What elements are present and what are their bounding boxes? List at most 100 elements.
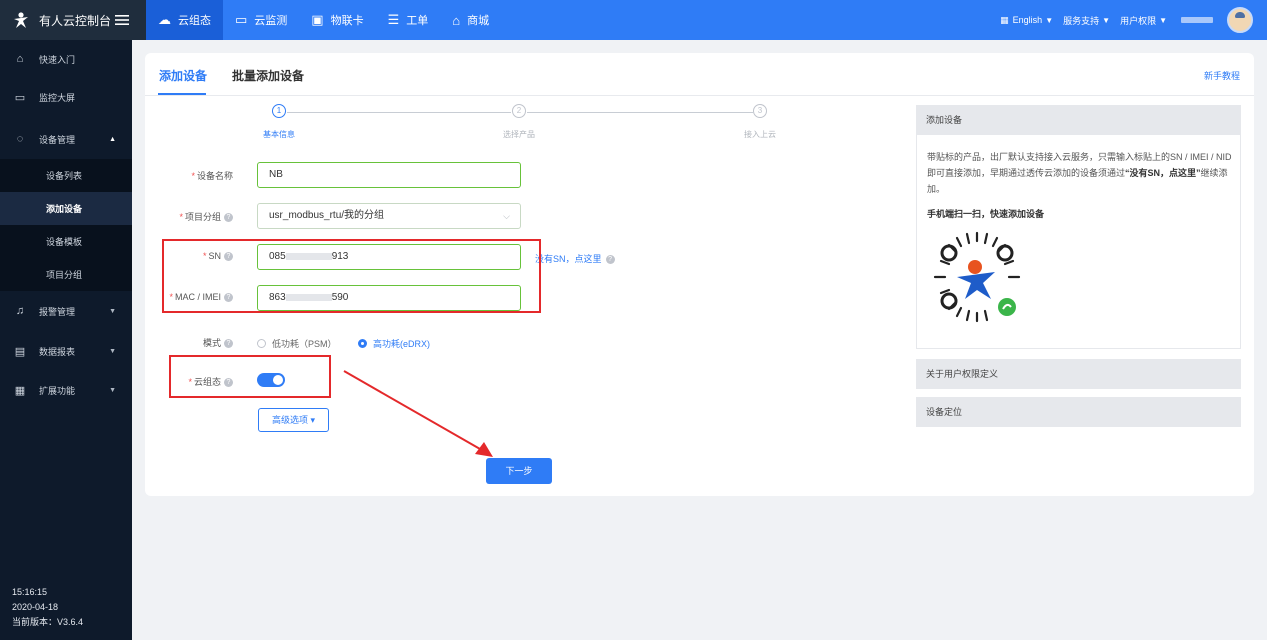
screen-icon: ▭ [14, 91, 26, 104]
sidebar-subitem-device-list[interactable]: 设备列表 [0, 159, 132, 192]
sidebar-subitem-label: 设备模板 [46, 237, 83, 247]
app-version: 当前版本：V3.6.4 [12, 617, 84, 627]
add-device-card: 添加设备 批量添加设备 新手教程 1 2 3 基本信息 选择产品 接入上云 * 设… [145, 53, 1254, 496]
caret-down-icon: ▼ [109, 307, 116, 315]
step-indicator: 1 2 3 基本信息 选择产品 接入上云 [145, 103, 905, 143]
help-icon: ? [605, 255, 615, 265]
caret-up-icon: ▲ [109, 135, 116, 143]
nav-label: 商城 [467, 15, 490, 27]
help-icon: ? [224, 252, 233, 262]
redacted-mask [285, 293, 332, 301]
sn-input[interactable]: 085 913 [257, 244, 521, 270]
row-project-group: * 项目分组? usr_modbus_rtu/我的分组 ⌵ [145, 203, 905, 231]
row-sn: * SN? 085 913 没有SN，点这里? [145, 244, 905, 272]
help-icon: ? [224, 378, 233, 388]
mac-imei-label: * MAC / IMEI? [169, 292, 233, 303]
menu-icon[interactable] [114, 10, 130, 30]
chevron-down-icon: ⌵ [503, 211, 510, 221]
sidebar-item-label: 快速入门 [39, 54, 76, 65]
top-nav: ☁ 云组态 ▭ 云监测 ▣ 物联卡 ☰ 工单 ⌂ 商城 [146, 0, 501, 40]
tab-bar: 添加设备 批量添加设备 新手教程 [145, 53, 1254, 96]
clock-date: 2020-04-18 [12, 602, 59, 612]
top-bar: 有人云控制台 ☁ 云组态 ▭ 云监测 ▣ 物联卡 ☰ 工单 ⌂ 商城 ▦ Eng… [0, 0, 1267, 40]
cloud-config-label: * 云组态? [188, 375, 233, 388]
nav-iot-card[interactable]: ▣ 物联卡 [299, 0, 375, 40]
sn-label: * SN? [203, 251, 233, 262]
username-redacted [1181, 17, 1213, 23]
panel-description: 带贴标的产品，出厂默认支持接入云服务，只需输入标贴上的SN / IMEI / N… [927, 152, 1232, 194]
sidebar-item-monitor-screen[interactable]: ▭ 监控大屏 [0, 80, 132, 114]
help-icon: ? [224, 339, 233, 349]
step-2-circle: 2 [512, 104, 526, 118]
sidebar-item-label: 扩展功能 [39, 385, 76, 396]
tab-active-indicator [158, 93, 206, 95]
mode-label: 模式? [203, 336, 233, 349]
sidebar-item-alarm[interactable]: ♫ 报警管理 ▼ [0, 294, 132, 328]
nav-ticket[interactable]: ☰ 工单 [376, 0, 441, 40]
bell-icon: ♫ [15, 305, 25, 317]
panel-permission-definition[interactable]: 关于用户权限定义 [916, 359, 1241, 389]
panel-device-location[interactable]: 设备定位 [916, 397, 1241, 427]
sidebar-subitem-project-group[interactable]: 项目分组 [0, 258, 132, 291]
avatar[interactable] [1227, 7, 1253, 33]
caret-down-icon: ▼ [1159, 15, 1167, 25]
nav-shop[interactable]: ⌂ 商城 [440, 0, 501, 40]
tab-batch-add-device[interactable]: 批量添加设备 [232, 67, 304, 84]
row-device-name: * 设备名称 NB [145, 162, 905, 190]
row-cloud-config: * 云组态? [145, 368, 905, 396]
sidebar-item-device-management[interactable]: ◌ 设备管理 ▲ [0, 122, 132, 156]
project-group-select[interactable]: usr_modbus_rtu/我的分组 ⌵ [257, 203, 521, 229]
tab-add-device[interactable]: 添加设备 [159, 67, 207, 84]
sidebar-subitem-label: 添加设备 [46, 204, 83, 214]
translate-icon: ▦ [1000, 14, 1009, 25]
sim-card-icon: ▣ [311, 12, 324, 27]
sidebar-item-data-report[interactable]: ▤ 数据报表 ▼ [0, 334, 132, 368]
report-icon: ▤ [14, 345, 26, 358]
row-mode: 模式? 低功耗（PSM） 高功耗(eDRX) [145, 333, 905, 353]
sidebar-subitem-label: 设备列表 [46, 171, 83, 181]
nav-label: 物联卡 [330, 15, 364, 27]
mini-program-qr-code [927, 227, 1027, 327]
support-menu[interactable]: 服务支持 ▼ [1063, 14, 1110, 27]
home-icon: ⌂ [16, 53, 24, 65]
sidebar-subitem-add-device[interactable]: 添加设备 [0, 192, 132, 225]
device-icon: ◌ [16, 133, 24, 145]
shop-icon: ⌂ [452, 12, 461, 28]
no-sn-link[interactable]: 没有SN，点这里? [535, 252, 615, 265]
help-panel: 添加设备 带贴标的产品，出厂默认支持接入云服务，只需输入标贴上的SN / IME… [916, 105, 1241, 427]
sidebar-item-label: 监控大屏 [39, 92, 76, 103]
mode-radio-low-power[interactable]: 低功耗（PSM） [257, 337, 337, 350]
permission-menu[interactable]: 用户权限 ▼ [1120, 14, 1167, 27]
step-3-label: 接入上云 [744, 130, 776, 139]
nav-cloud-monitor[interactable]: ▭ 云监测 [223, 0, 299, 40]
nav-label: 工单 [406, 15, 429, 27]
mode-radio-high-power[interactable]: 高功耗(eDRX) [358, 337, 430, 350]
nav-label: 云组态 [178, 15, 211, 27]
help-icon: ? [224, 293, 233, 303]
mac-imei-input[interactable]: 863 590 [257, 285, 521, 311]
step-2-label: 选择产品 [503, 130, 535, 139]
advanced-options-button[interactable]: 高级选项 ▾ [258, 408, 329, 432]
permission-label: 用户权限 [1120, 15, 1157, 26]
monitor-icon: ▭ [235, 12, 248, 27]
step-1-circle: 1 [272, 104, 286, 118]
redacted-mask [285, 252, 332, 260]
row-mac-imei: * MAC / IMEI? 863 590 [145, 285, 905, 313]
step-3-circle: 3 [753, 104, 767, 118]
nav-cloud-config[interactable]: ☁ 云组态 [146, 0, 223, 40]
step-connector [287, 112, 511, 113]
device-name-label: * 设备名称 [191, 171, 233, 181]
device-name-input[interactable]: NB [257, 162, 521, 188]
support-label: 服务支持 [1063, 15, 1100, 26]
tutorial-link[interactable]: 新手教程 [1204, 69, 1240, 82]
sidebar-item-label: 报警管理 [39, 306, 76, 317]
cloud-config-toggle[interactable] [257, 373, 285, 387]
panel-add-device-header[interactable]: 添加设备 [916, 105, 1241, 135]
ticket-icon: ☰ [387, 12, 400, 27]
sidebar-item-extensions[interactable]: ▦ 扩展功能 ▼ [0, 373, 132, 407]
sidebar-item-label: 设备管理 [39, 134, 76, 145]
sidebar-item-quick-start[interactable]: ⌂ 快速入门 [0, 42, 132, 76]
language-switch[interactable]: ▦ English ▼ [1000, 15, 1053, 26]
sidebar-subitem-device-template[interactable]: 设备模板 [0, 225, 132, 258]
step-1-label: 基本信息 [263, 130, 295, 139]
